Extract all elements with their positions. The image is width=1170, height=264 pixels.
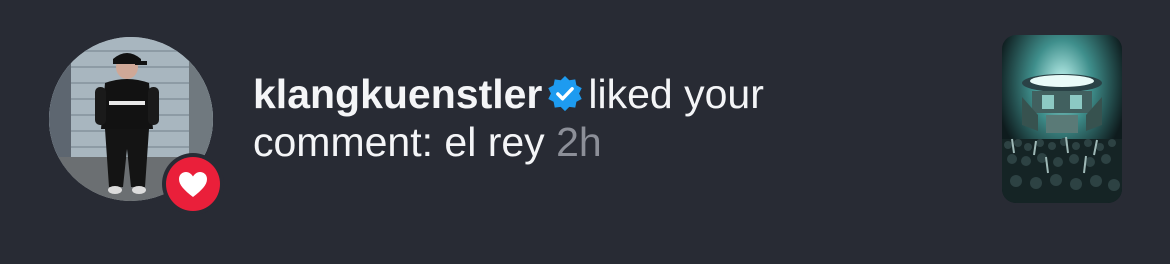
heart-badge-circle [166, 157, 220, 211]
like-badge [162, 153, 224, 215]
comment-text: comment: el rey [253, 119, 545, 165]
avatar-container[interactable] [49, 37, 224, 215]
action-text: liked your [588, 71, 764, 117]
username-link[interactable]: klangkuenstler [253, 71, 542, 117]
notification-row[interactable]: klangkuenstler liked your comment: el re… [0, 0, 1170, 264]
verified-badge-icon [548, 75, 583, 112]
post-thumbnail[interactable] [1002, 35, 1122, 203]
heart-icon [179, 171, 207, 197]
timestamp: 2h [556, 119, 602, 165]
notification-text[interactable]: klangkuenstler liked your comment: el re… [253, 70, 893, 166]
